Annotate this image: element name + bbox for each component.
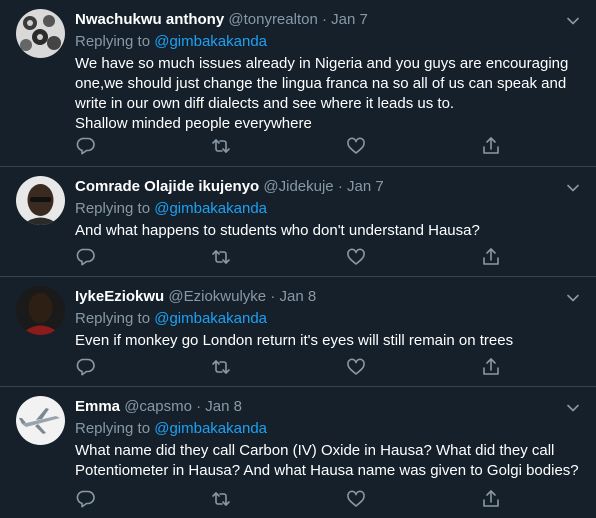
display-name[interactable]: Comrade Olajide ikujenyo	[75, 178, 259, 195]
mention-link[interactable]: @gimbakakanda	[154, 200, 267, 217]
tweet-date[interactable]: Jan 8	[279, 288, 316, 305]
tweet-actions	[75, 246, 505, 268]
mention-link[interactable]: @gimbakakanda	[154, 310, 267, 327]
share-icon[interactable]	[480, 135, 502, 157]
user-handle[interactable]: @Eziokwulyke	[168, 288, 266, 305]
share-icon[interactable]	[480, 488, 502, 510]
tweet[interactable]: Nwachukwu anthony @tonyrealton · Jan 7 R…	[0, 0, 596, 167]
replying-to-line: Replying to @gimbakakanda	[75, 32, 584, 52]
tweet[interactable]: IykeEziokwu @Eziokwulyke · Jan 8 Replyin…	[0, 277, 596, 387]
chevron-down-icon[interactable]	[564, 289, 582, 307]
tweet-date[interactable]: Jan 8	[205, 398, 242, 415]
replying-to-label: Replying to	[75, 310, 151, 327]
retweet-icon[interactable]	[210, 246, 232, 268]
chevron-down-icon[interactable]	[564, 399, 582, 417]
user-handle[interactable]: @tonyrealton	[228, 11, 317, 28]
retweet-icon[interactable]	[210, 356, 232, 378]
tweet-actions	[75, 488, 505, 510]
heart-icon[interactable]	[345, 135, 367, 157]
reply-icon[interactable]	[75, 135, 97, 157]
display-name[interactable]: Nwachukwu anthony	[75, 11, 224, 28]
heart-icon[interactable]	[345, 356, 367, 378]
avatar[interactable]	[16, 9, 65, 58]
share-icon[interactable]	[480, 246, 502, 268]
separator-dot: ·	[270, 288, 276, 305]
retweet-icon[interactable]	[210, 135, 232, 157]
mention-link[interactable]: @gimbakakanda	[154, 33, 267, 50]
separator-dot: ·	[196, 398, 202, 415]
replying-to-line: Replying to @gimbakakanda	[75, 309, 584, 329]
tweet-text: What name did they call Carbon (IV) Oxid…	[75, 442, 579, 479]
avatar[interactable]	[16, 286, 65, 335]
chevron-down-icon[interactable]	[564, 12, 582, 30]
tweet-text: Even if monkey go London return it's eye…	[75, 332, 514, 349]
user-handle[interactable]: @Jidekuje	[263, 178, 333, 195]
replying-to-label: Replying to	[75, 33, 151, 50]
retweet-icon[interactable]	[210, 488, 232, 510]
heart-icon[interactable]	[345, 246, 367, 268]
share-icon[interactable]	[480, 356, 502, 378]
replying-to-label: Replying to	[75, 200, 151, 217]
replying-to-line: Replying to @gimbakakanda	[75, 419, 584, 439]
separator-dot: ·	[337, 178, 343, 195]
avatar[interactable]	[16, 176, 65, 225]
tweet-actions	[75, 135, 505, 157]
avatar[interactable]	[16, 396, 65, 445]
tweet-date[interactable]: Jan 7	[347, 178, 384, 195]
separator-dot: ·	[321, 11, 327, 28]
mention-link[interactable]: @gimbakakanda	[154, 420, 267, 437]
reply-icon[interactable]	[75, 246, 97, 268]
user-handle[interactable]: @capsmo	[124, 398, 192, 415]
tweet-text: We have so much issues already in Nigeri…	[75, 55, 569, 132]
chevron-down-icon[interactable]	[564, 179, 582, 197]
display-name[interactable]: IykeEziokwu	[75, 288, 164, 305]
reply-icon[interactable]	[75, 488, 97, 510]
tweet-actions	[75, 356, 505, 378]
tweet[interactable]: Comrade Olajide ikujenyo @Jidekuje · Jan…	[0, 167, 596, 277]
tweet-text: And what happens to students who don't u…	[75, 222, 480, 239]
tweet[interactable]: Emma @capsmo · Jan 8 Replying to @gimbak…	[0, 387, 596, 518]
replying-to-label: Replying to	[75, 420, 151, 437]
display-name[interactable]: Emma	[75, 398, 120, 415]
heart-icon[interactable]	[345, 488, 367, 510]
tweet-date[interactable]: Jan 7	[331, 11, 368, 28]
replying-to-line: Replying to @gimbakakanda	[75, 199, 584, 219]
reply-icon[interactable]	[75, 356, 97, 378]
